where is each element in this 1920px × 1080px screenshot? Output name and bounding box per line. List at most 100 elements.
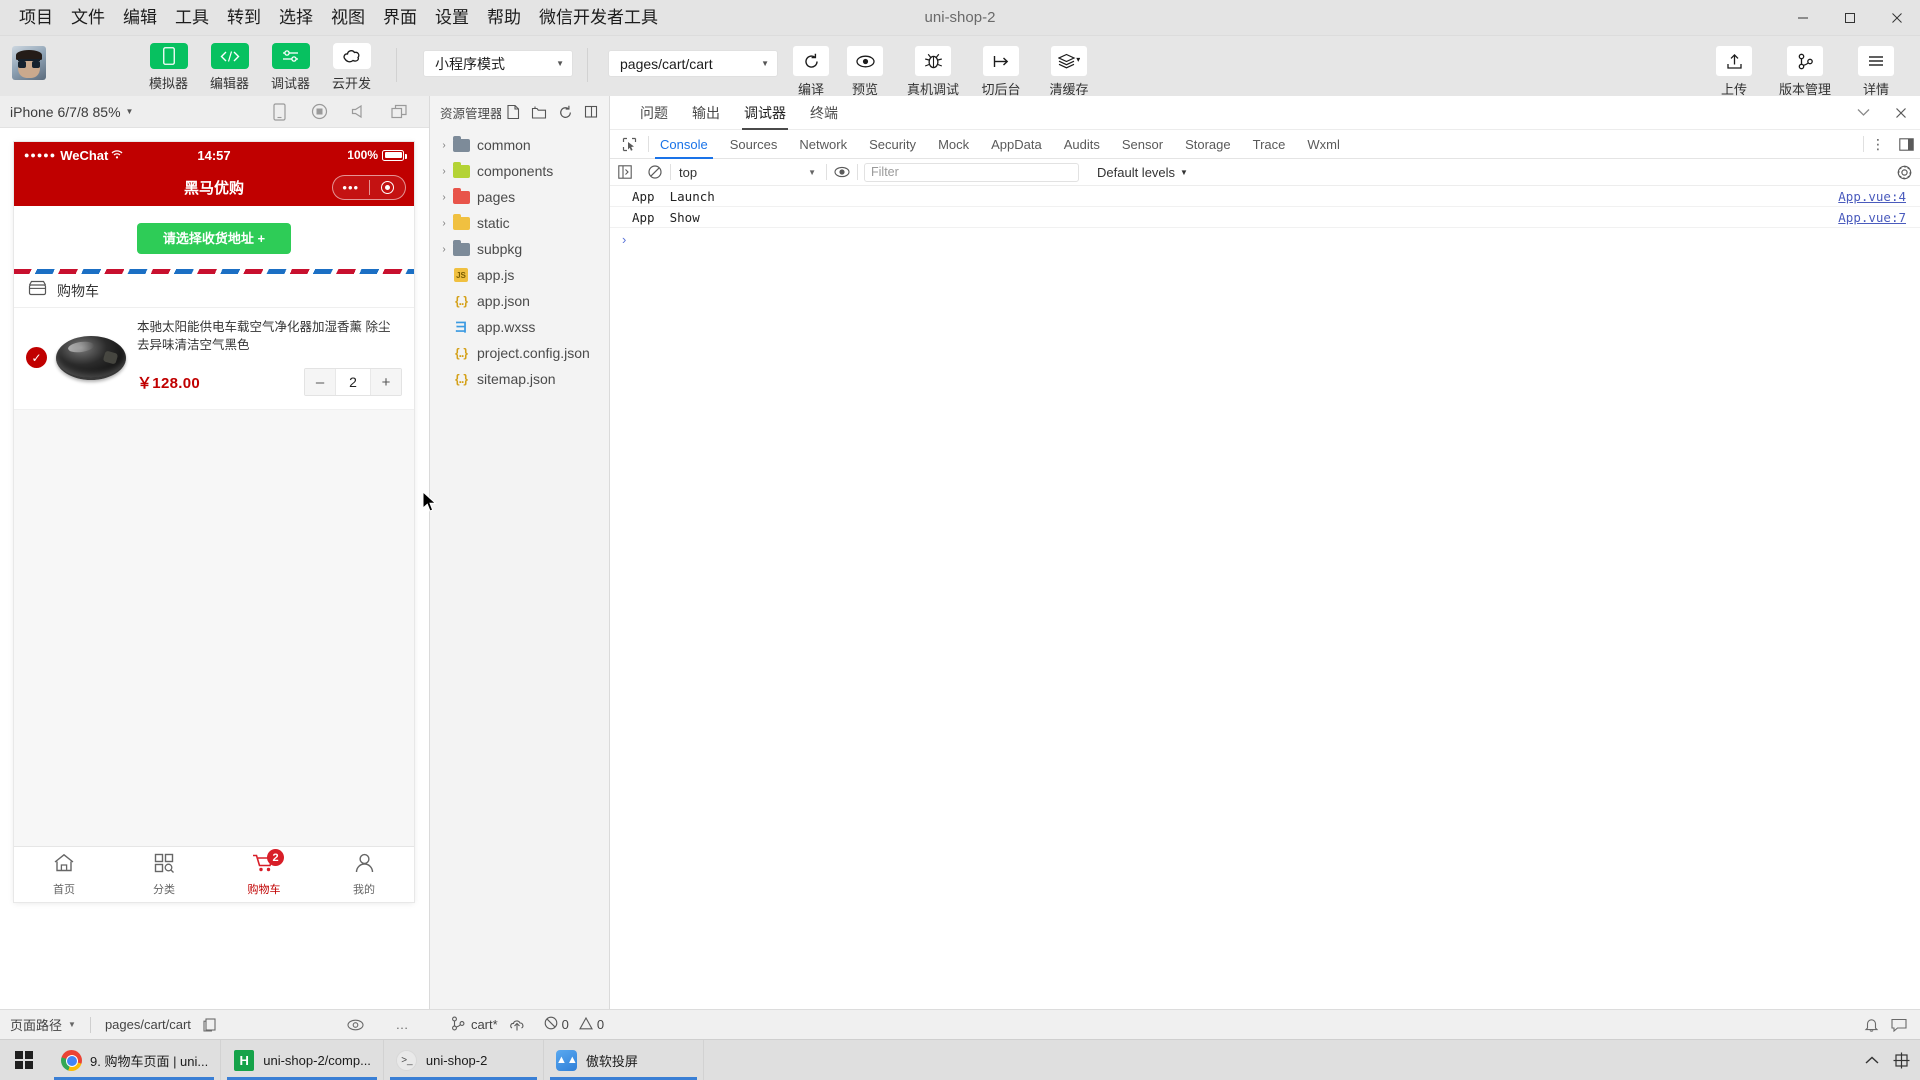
tab-terminal[interactable]: 终端 bbox=[798, 96, 850, 130]
close-icon[interactable] bbox=[1882, 96, 1920, 130]
new-file-icon[interactable] bbox=[501, 100, 525, 124]
tab-home[interactable]: 首页 bbox=[14, 847, 114, 902]
target-icon[interactable] bbox=[370, 181, 406, 194]
tab-debugger[interactable]: 调试器 bbox=[732, 96, 798, 130]
minimize-button[interactable] bbox=[1779, 0, 1826, 36]
more-vertical-icon[interactable]: ⋮ bbox=[1864, 130, 1892, 159]
tab-appdata[interactable]: AppData bbox=[980, 130, 1053, 159]
windows-icon[interactable] bbox=[379, 103, 419, 121]
tab-trace[interactable]: Trace bbox=[1242, 130, 1297, 159]
menu-item-file[interactable]: 文件 bbox=[62, 5, 114, 30]
tree-item-project-config[interactable]: {..} project.config.json bbox=[430, 340, 609, 366]
tree-item-app-wxss[interactable]: ヨ app.wxss bbox=[430, 314, 609, 340]
tab-output[interactable]: 输出 bbox=[680, 96, 732, 130]
page-route-select[interactable]: pages/cart/cart ▼ bbox=[608, 50, 778, 77]
gear-icon[interactable] bbox=[1888, 165, 1920, 180]
preview-button[interactable]: 预览 bbox=[838, 44, 892, 98]
tree-item-app-js[interactable]: JS app.js bbox=[430, 262, 609, 288]
quantity-plus-button[interactable]: + bbox=[371, 369, 401, 395]
bell-icon[interactable] bbox=[1858, 1017, 1884, 1033]
clear-console-icon[interactable] bbox=[640, 159, 670, 186]
console-sidebar-icon[interactable] bbox=[610, 159, 640, 186]
menu-item-help[interactable]: 帮助 bbox=[478, 5, 530, 30]
more-icon[interactable]: ••• bbox=[333, 181, 369, 194]
real-device-debug-button[interactable]: 真机调试 bbox=[906, 44, 960, 98]
tree-item-common[interactable]: › common bbox=[430, 132, 609, 158]
console-log-row[interactable]: App Launch App.vue:4 bbox=[610, 186, 1920, 207]
tab-network[interactable]: Network bbox=[788, 130, 858, 159]
show-hidden-icons-button[interactable] bbox=[1865, 1056, 1879, 1065]
device-icon[interactable] bbox=[259, 102, 299, 121]
tab-console[interactable]: Console bbox=[649, 130, 719, 159]
refresh-icon[interactable] bbox=[553, 100, 577, 124]
maximize-button[interactable] bbox=[1826, 0, 1873, 36]
menu-item-view[interactable]: 视图 bbox=[322, 5, 374, 30]
tree-item-sitemap[interactable]: {..} sitemap.json bbox=[430, 366, 609, 392]
menu-item-goto[interactable]: 转到 bbox=[218, 5, 270, 30]
tree-item-app-json[interactable]: {..} app.json bbox=[430, 288, 609, 314]
inspect-element-icon[interactable] bbox=[610, 130, 648, 159]
tree-item-static[interactable]: › static bbox=[430, 210, 609, 236]
start-button[interactable] bbox=[0, 1040, 48, 1080]
taskbar-item-chrome[interactable]: 9. 购物车页面 | uni... bbox=[48, 1040, 222, 1080]
tab-cart[interactable]: 2 购物车 bbox=[214, 847, 314, 902]
menu-item-tools[interactable]: 工具 bbox=[166, 5, 218, 30]
feedback-icon[interactable] bbox=[1886, 1018, 1912, 1032]
wechat-capsule[interactable]: ••• bbox=[332, 175, 406, 200]
chevron-right-icon[interactable]: › bbox=[436, 244, 452, 255]
log-source-link[interactable]: App.vue:7 bbox=[1838, 210, 1920, 225]
console-filter-input[interactable]: Filter bbox=[864, 162, 1079, 182]
menu-item-project[interactable]: 项目 bbox=[10, 5, 62, 30]
copy-icon[interactable] bbox=[197, 1017, 223, 1032]
clear-cache-button[interactable]: ▾ 清缓存 bbox=[1042, 44, 1096, 98]
tab-sources[interactable]: Sources bbox=[719, 130, 789, 159]
console-log-row[interactable]: App Show App.vue:7 bbox=[610, 207, 1920, 228]
tab-profile[interactable]: 我的 bbox=[314, 847, 414, 902]
log-source-link[interactable]: App.vue:4 bbox=[1838, 189, 1920, 204]
eye-icon[interactable] bbox=[343, 1019, 369, 1031]
background-button[interactable]: 切后台 bbox=[974, 44, 1028, 98]
ime-icon[interactable] bbox=[1893, 1052, 1910, 1069]
chevron-right-icon[interactable]: › bbox=[436, 166, 452, 177]
choose-address-button[interactable]: 请选择收货地址 + bbox=[136, 223, 292, 254]
tab-problems[interactable]: 问题 bbox=[628, 96, 680, 130]
record-icon[interactable] bbox=[299, 103, 339, 121]
more-icon[interactable]: … bbox=[389, 1017, 415, 1032]
chevron-right-icon[interactable]: › bbox=[436, 140, 452, 151]
live-expression-icon[interactable] bbox=[827, 159, 857, 186]
menu-item-select[interactable]: 选择 bbox=[270, 5, 322, 30]
page-path-label[interactable]: 页面路径 bbox=[10, 1015, 62, 1034]
taskbar-item-hbuilder[interactable]: H uni-shop-2/comp... bbox=[221, 1040, 384, 1080]
tab-mock[interactable]: Mock bbox=[927, 130, 980, 159]
item-thumbnail[interactable] bbox=[55, 330, 127, 386]
upload-button[interactable]: 上传 bbox=[1702, 44, 1766, 98]
git-branch-label[interactable]: cart* bbox=[471, 1017, 498, 1032]
tab-category[interactable]: 分类 bbox=[114, 847, 214, 902]
tab-audits[interactable]: Audits bbox=[1053, 130, 1111, 159]
tab-storage[interactable]: Storage bbox=[1174, 130, 1242, 159]
console-context-select[interactable]: top ▼ bbox=[671, 165, 826, 180]
compile-mode-select[interactable]: 小程序模式 ▼ bbox=[423, 50, 573, 77]
item-checkbox[interactable]: ✓ bbox=[26, 347, 47, 368]
close-button[interactable] bbox=[1873, 0, 1920, 36]
quantity-value[interactable]: 2 bbox=[335, 369, 371, 395]
collapse-icon[interactable] bbox=[579, 100, 603, 124]
warning-count-group[interactable]: 0 bbox=[578, 1016, 604, 1033]
dock-icon[interactable] bbox=[1892, 130, 1920, 159]
details-button[interactable]: 详情 bbox=[1844, 44, 1908, 98]
taskbar-item-wechat-devtools[interactable]: >_ uni-shop-2 bbox=[384, 1040, 544, 1080]
editor-button[interactable]: 编辑器 bbox=[199, 38, 260, 92]
error-count-group[interactable]: 0 bbox=[544, 1016, 569, 1033]
chevron-down-icon[interactable] bbox=[1844, 96, 1882, 130]
menu-item-devtools[interactable]: 微信开发者工具 bbox=[530, 5, 667, 30]
console-output[interactable]: App Launch App.vue:4 App Show App.vue:7 … bbox=[610, 186, 1920, 1009]
version-management-button[interactable]: 版本管理 bbox=[1766, 44, 1844, 98]
menu-item-ui[interactable]: 界面 bbox=[374, 5, 426, 30]
new-folder-icon[interactable] bbox=[527, 100, 551, 124]
compile-button[interactable]: 编译 bbox=[784, 44, 838, 98]
console-prompt[interactable]: › bbox=[610, 228, 1920, 250]
cloud-dev-button[interactable]: 云开发 bbox=[321, 38, 382, 92]
tree-item-pages[interactable]: › pages bbox=[430, 184, 609, 210]
debugger-button[interactable]: 调试器 bbox=[260, 38, 321, 92]
device-select-label[interactable]: iPhone 6/7/8 85% bbox=[10, 104, 121, 120]
